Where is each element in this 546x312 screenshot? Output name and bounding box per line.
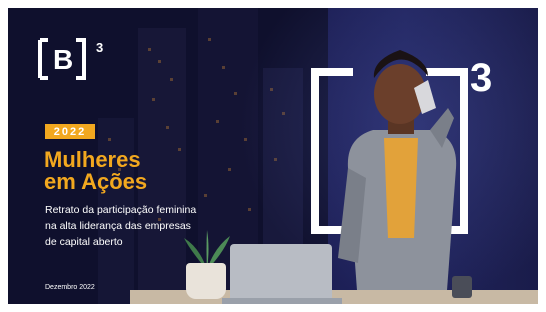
subtitle-line-3: de capital aberto [45, 236, 123, 248]
laptop-base [222, 298, 342, 304]
report-cover: 3 B 3 2022 Mulheres em Ações Retrato da … [8, 8, 538, 304]
b3-logo-letter: B [53, 44, 74, 75]
plant-pot [186, 263, 226, 299]
title-line-1: Mulheres [44, 147, 141, 172]
woman-on-phone-photo [338, 50, 457, 304]
subtitle-line-1: Retrato da participação feminina [45, 204, 197, 216]
publication-date: Dezembro 2022 [45, 284, 95, 291]
title-line-2: em Ações [44, 169, 148, 194]
page-frame: 3 B 3 2022 Mulheres em Ações Retrato da … [0, 0, 546, 312]
subtitle-line-2: na alta liderança das empresas [45, 220, 191, 232]
year-badge: 2022 [45, 124, 95, 139]
laptop [230, 244, 332, 302]
report-title: Mulheres em Ações [44, 149, 224, 193]
b3-logo-superscript: 3 [96, 40, 104, 55]
report-subtitle: Retrato da participação feminina na alta… [45, 202, 225, 250]
pen-holder [452, 276, 472, 298]
